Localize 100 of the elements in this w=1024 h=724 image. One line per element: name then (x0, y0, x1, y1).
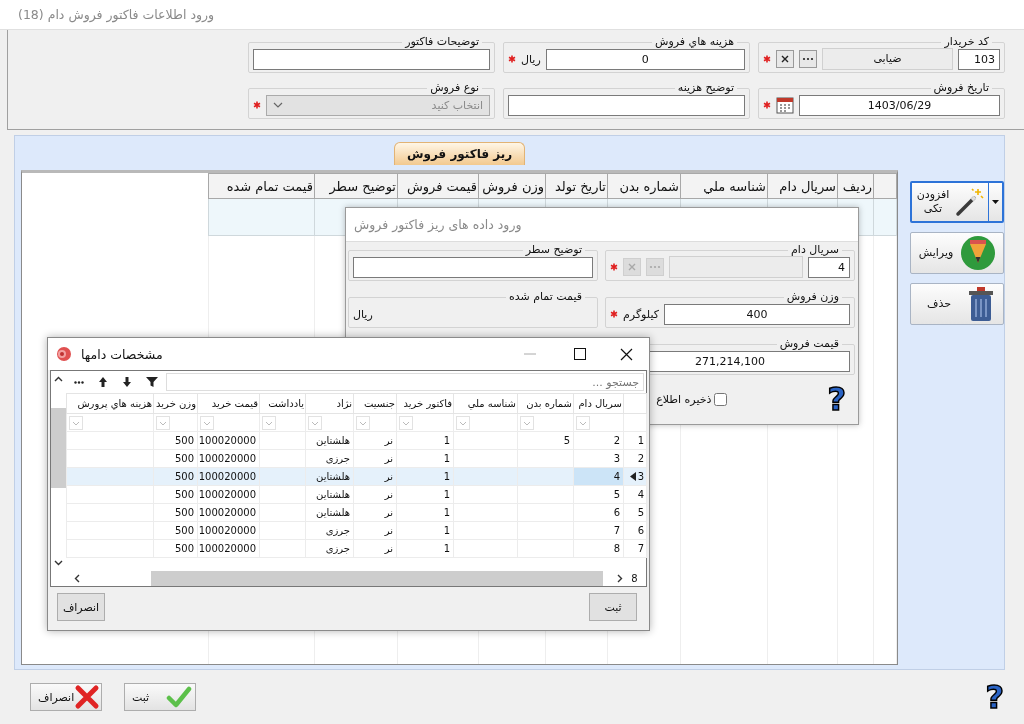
cancel-button[interactable]: انصراف (57, 593, 105, 621)
save-button[interactable]: ثبت (124, 683, 196, 711)
input-field[interactable] (253, 48, 490, 70)
help-button[interactable]: ? (985, 681, 1004, 713)
field-label: توضیح هزینه (676, 82, 735, 94)
table-cell: 1 (396, 431, 454, 450)
row-number: 7 (637, 543, 644, 554)
table-cell: هلشتاین (305, 431, 354, 450)
app-icon (55, 346, 71, 362)
maximize-icon[interactable] (574, 348, 586, 360)
scroll-left-icon[interactable] (74, 574, 80, 583)
close-icon[interactable] (620, 347, 633, 361)
column-header[interactable]: نژاد (305, 393, 354, 414)
input-field[interactable] (508, 94, 745, 116)
unit-label: ریال (353, 307, 373, 321)
table-cell: 100020000 (197, 539, 260, 558)
edit-button[interactable]: ویرایش (910, 232, 1004, 274)
field-label: هزینه هاي فروش (654, 36, 735, 48)
caret-down-icon (992, 200, 999, 204)
row-number: 3 (637, 471, 644, 482)
dialog-title: ورود داده های ریز فاکتور فروش (354, 217, 522, 232)
pencil-icon (960, 235, 996, 271)
add-button[interactable]: افزودن تکی (910, 181, 1004, 223)
column-header[interactable]: شماره بدن (607, 173, 681, 199)
column-header[interactable]: قيمت فروش (397, 173, 479, 199)
search-field[interactable]: جستجو ... (166, 373, 644, 391)
scrollbar-thumb[interactable] (51, 408, 66, 488)
table-cell: 100020000 (197, 485, 260, 504)
column-header[interactable]: سريال دام (767, 173, 838, 199)
column-header[interactable]: قيمت خرید (197, 393, 260, 414)
column-header[interactable]: ردیف (837, 173, 874, 199)
table-cell: 5 (517, 431, 574, 450)
input-field[interactable]: 0 (545, 48, 745, 70)
column-header[interactable]: فاکتور خرید (396, 393, 454, 414)
record-count: 8 (630, 573, 639, 584)
scroll-up-icon[interactable] (54, 376, 63, 382)
table-cell: هلشتاین (305, 485, 354, 504)
column-header[interactable]: شماره بدن (517, 393, 574, 414)
lookup-display: ضیابی (822, 48, 953, 70)
column-header[interactable]: توضیح سطر (314, 173, 398, 199)
date-field[interactable]: 1403/06/29 (799, 94, 1000, 116)
checkbox[interactable] (714, 392, 728, 406)
table-cell: 1 (396, 503, 454, 522)
column-header[interactable]: قیمت تمام شده (208, 173, 315, 199)
input-field[interactable] (353, 256, 593, 278)
table-cell: نر (353, 449, 397, 468)
table-cell: 500 (153, 521, 198, 540)
row-pointer-icon (629, 472, 636, 481)
filter-icon[interactable] (146, 376, 158, 388)
clear-button[interactable] (776, 50, 794, 68)
arrow-down-icon[interactable] (122, 376, 132, 388)
table-cell: 500 (153, 485, 198, 504)
row-number: 4 (637, 489, 644, 500)
cancel-button[interactable]: انصراف (30, 683, 102, 711)
column-header[interactable]: شناسه ملي (453, 393, 518, 414)
field-label: سريال دام (790, 244, 840, 256)
scroll-down-icon[interactable] (54, 560, 63, 566)
save-button[interactable]: ثبت (589, 593, 637, 621)
column-header[interactable]: یادداشت (259, 393, 306, 414)
more-icon[interactable] (74, 380, 84, 384)
column-header[interactable]: هزینه هاي پرورش (66, 393, 154, 414)
table-cell: نر (353, 503, 397, 522)
wand-icon (953, 186, 985, 218)
field-label: تاریخ فروش (932, 82, 990, 94)
arrow-up-icon[interactable] (98, 376, 108, 388)
field-label: توضیح سطر (524, 244, 583, 256)
input-field[interactable]: 103 (958, 48, 1000, 70)
table-cell: 5 (573, 485, 624, 504)
cross-icon (74, 684, 101, 710)
scrollbar-thumb[interactable] (151, 571, 603, 586)
ellipsis-icon (802, 57, 814, 61)
scroll-right-icon[interactable] (617, 574, 623, 583)
unit-label: کیلوگرم (623, 307, 659, 321)
calendar-icon[interactable] (776, 96, 794, 114)
cross-icon (628, 263, 636, 271)
tab[interactable]: ریز فاکتور فروش (393, 142, 526, 165)
table-cell: 2 (573, 431, 624, 450)
table-cell: هلشتاین (305, 503, 354, 522)
input-field[interactable]: 400 (664, 303, 850, 325)
column-header[interactable]: تاریخ تولد (545, 173, 608, 199)
cross-icon (781, 55, 789, 63)
table-cell: 500 (153, 539, 198, 558)
field-label: توضیحات فاکتور (403, 36, 480, 48)
table-cell: جرزی (305, 521, 354, 540)
help-button[interactable]: ? (827, 383, 846, 415)
column-header[interactable]: شناسه ملي (680, 173, 768, 199)
ellipsis-icon (649, 265, 661, 269)
row-number: 1 (637, 435, 644, 446)
check-icon (166, 686, 192, 708)
delete-button[interactable]: حذف (910, 283, 1004, 325)
column-header[interactable]: سريال دام (573, 393, 624, 414)
table-cell: 8 (573, 539, 624, 558)
column-header[interactable]: وزن فروش (478, 173, 546, 199)
browse-button[interactable] (799, 50, 817, 68)
column-header[interactable]: وزن خرید (153, 393, 198, 414)
field-label: نوع فروش (429, 82, 480, 94)
table-cell: نر (353, 485, 397, 504)
column-header[interactable]: جنسیت (353, 393, 397, 414)
table-cell: جرزی (305, 449, 354, 468)
table-cell: 1 (396, 539, 454, 558)
